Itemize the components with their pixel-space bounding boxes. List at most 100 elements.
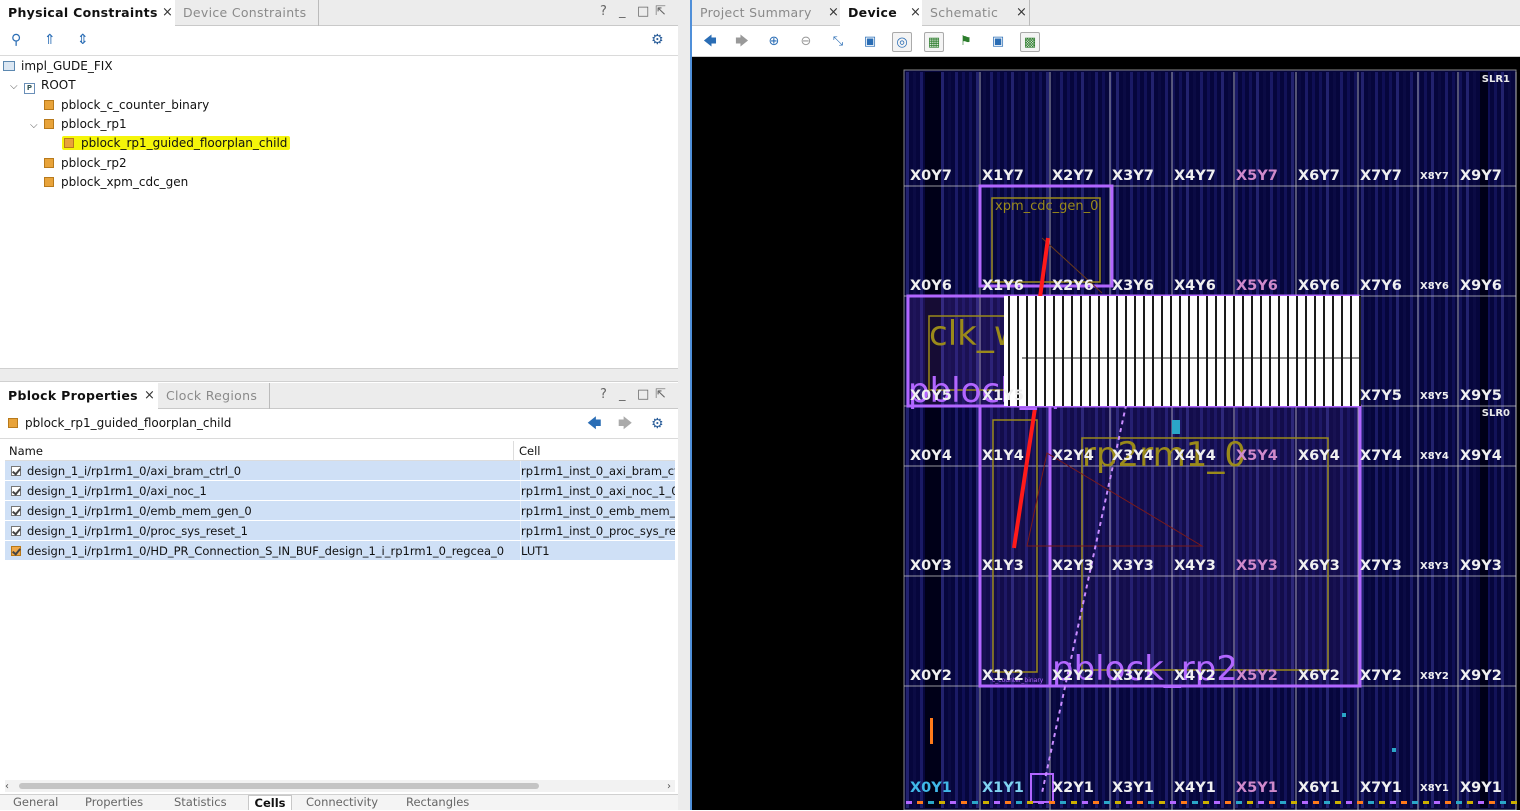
tree-design-root[interactable]: impl_GUDE_FIX	[3, 57, 113, 76]
forward-arrow-icon[interactable]: 🡆	[732, 32, 752, 52]
pblock-icon	[44, 177, 54, 187]
close-icon[interactable]: ×	[828, 0, 839, 26]
zoom-out-icon[interactable]: ⊖	[796, 32, 816, 52]
pblock-icon	[44, 119, 54, 129]
table-row[interactable]: design_1_i/rp1rm1_0/proc_sys_reset_1 rp1r…	[5, 521, 675, 541]
forward-arrow-icon[interactable]: 🡆	[618, 410, 632, 438]
zoom-fit-icon[interactable]: ⤡	[828, 32, 848, 52]
maximize-icon[interactable]: □	[637, 387, 649, 402]
tab-clock-regions[interactable]: Clock Regions	[158, 383, 270, 409]
expand-all-icon[interactable]: ⇕	[77, 26, 89, 54]
device-canvas[interactable]: xpm_cdc_gen_0 clk_wizard_0 pblock_rp1 rp…	[692, 58, 1520, 810]
close-icon[interactable]: ×	[144, 383, 155, 409]
tree-item-pblock-rp2[interactable]: pblock_rp2	[44, 154, 127, 173]
checkbox[interactable]	[11, 486, 21, 496]
io-mark	[1500, 801, 1506, 804]
checkbox[interactable]	[11, 506, 21, 516]
tab-rectangles[interactable]: Rectangles	[406, 795, 469, 810]
tree-root[interactable]: ⌵ P ROOT	[10, 76, 76, 95]
show-pblocks-icon[interactable]: ▩	[1020, 32, 1040, 52]
float-icon[interactable]: ⇱	[655, 4, 666, 19]
io-mark	[1049, 801, 1055, 804]
clock-region-label-x3y6: X3Y6	[1112, 278, 1154, 294]
tab-project-summary[interactable]: Project Summary	[692, 0, 838, 26]
clock-region-label-x1y5: X1Y5	[982, 388, 1024, 404]
tab-statistics[interactable]: Statistics	[174, 795, 227, 810]
io-mark	[950, 801, 956, 804]
tab-device-constraints[interactable]: Device Constraints	[175, 0, 319, 26]
add-pblock-icon[interactable]: ⚑	[956, 32, 976, 52]
label-rp2rm1: rp2rm1_0	[1082, 435, 1246, 475]
io-mark	[1005, 801, 1011, 804]
close-icon[interactable]: ×	[910, 0, 921, 26]
pane-splitter[interactable]	[0, 368, 678, 382]
tab-pblock-properties[interactable]: Pblock Properties	[0, 383, 158, 409]
tree-item-pblock-xpm-cdc-gen[interactable]: pblock_xpm_cdc_gen	[44, 173, 188, 192]
column-header-cell[interactable]: Cell	[519, 441, 541, 461]
tab-physical-constraints[interactable]: Physical Constraints	[0, 0, 175, 26]
table-row[interactable]: design_1_i/rp1rm1_0/axi_bram_ctrl_0 rp1rm…	[5, 461, 675, 481]
clock-region-label-x1y7: X1Y7	[982, 168, 1024, 184]
device-floorplan[interactable]: xpm_cdc_gen_0 clk_wizard_0 pblock_rp1 rp…	[692, 58, 1520, 810]
tab-properties[interactable]: Properties	[85, 795, 143, 810]
tree-item-pblock-rp1-guided-floorplan-child[interactable]: pblock_rp1_guided_floorplan_child	[62, 134, 291, 153]
gear-icon[interactable]: ⚙	[651, 26, 664, 54]
io-mark	[1214, 801, 1220, 804]
help-icon[interactable]: ?	[600, 4, 607, 19]
clock-region-label-x2y7: X2Y7	[1052, 168, 1094, 184]
table-row[interactable]: design_1_i/rp1rm1_0/emb_mem_gen_0 rp1rm1_…	[5, 501, 675, 521]
io-mark	[1434, 801, 1440, 804]
gear-icon[interactable]: ⚙	[651, 410, 664, 438]
tab-schematic[interactable]: Schematic	[922, 0, 1030, 26]
minimize-icon[interactable]: _	[619, 387, 626, 402]
table-row[interactable]: design_1_i/rp1rm1_0/HD_PR_Connection_S_I…	[5, 541, 675, 561]
horizontal-scrollbar[interactable]: ‹ ›	[5, 780, 675, 792]
io-mark	[1192, 801, 1198, 804]
search-icon[interactable]: ⚲	[11, 26, 21, 54]
help-icon[interactable]: ?	[600, 387, 607, 402]
io-mark	[1038, 801, 1044, 804]
collapse-all-icon[interactable]: ⇑	[44, 26, 56, 54]
tab-connectivity[interactable]: Connectivity	[306, 795, 378, 810]
io-mark	[1016, 801, 1022, 804]
back-arrow-icon[interactable]: 🡄	[587, 410, 601, 438]
table-row[interactable]: design_1_i/rp1rm1_0/axi_noc_1 rp1rm1_inst…	[5, 481, 675, 501]
tree-item-pblock-c-counter-binary[interactable]: pblock_c_counter_binary	[44, 96, 209, 115]
draw-pblock-icon[interactable]: ▣	[988, 32, 1008, 52]
tab-cells[interactable]: Cells	[248, 795, 292, 810]
column-header-name[interactable]: Name	[9, 441, 43, 461]
zoom-in-icon[interactable]: ⊕	[764, 32, 784, 52]
minimize-icon[interactable]: _	[619, 4, 626, 19]
close-icon[interactable]: ×	[162, 0, 173, 26]
io-mark	[1467, 801, 1473, 804]
maximize-icon[interactable]: □	[637, 4, 649, 19]
io-mark	[1357, 801, 1363, 804]
scrollbar-thumb[interactable]	[19, 783, 539, 789]
scroll-right-icon[interactable]: ›	[667, 781, 671, 792]
artifact-stripe	[1116, 296, 1118, 406]
artifact-stripe	[1323, 296, 1325, 406]
io-mark	[1313, 801, 1319, 804]
chevron-down-icon[interactable]: ⌵	[10, 77, 20, 96]
routing-resources-icon[interactable]: ▦	[924, 32, 944, 52]
io-mark	[906, 801, 912, 804]
tree-item-pblock-rp1[interactable]: ⌵ pblock_rp1	[30, 115, 127, 134]
io-mark	[1181, 801, 1187, 804]
close-icon[interactable]: ×	[1016, 0, 1027, 26]
checkbox[interactable]	[11, 526, 21, 536]
scroll-left-icon[interactable]: ‹	[5, 781, 9, 792]
autofit-selection-icon[interactable]: ◎	[892, 32, 912, 52]
io-mark	[1390, 801, 1396, 804]
io-mark	[1071, 801, 1077, 804]
zoom-selection-icon[interactable]: ▣	[860, 32, 880, 52]
clock-region-label-x3y3: X3Y3	[1112, 558, 1154, 574]
checkbox[interactable]	[11, 546, 21, 556]
vertical-splitter[interactable]	[678, 0, 690, 810]
chevron-down-icon[interactable]: ⌵	[30, 116, 40, 135]
back-arrow-icon[interactable]: 🡄	[700, 32, 720, 52]
io-mark	[939, 801, 945, 804]
checkbox[interactable]	[11, 466, 21, 476]
float-icon[interactable]: ⇱	[655, 387, 666, 402]
tab-general[interactable]: General	[13, 795, 58, 810]
clock-region-label-x5y3: X5Y3	[1236, 558, 1278, 574]
